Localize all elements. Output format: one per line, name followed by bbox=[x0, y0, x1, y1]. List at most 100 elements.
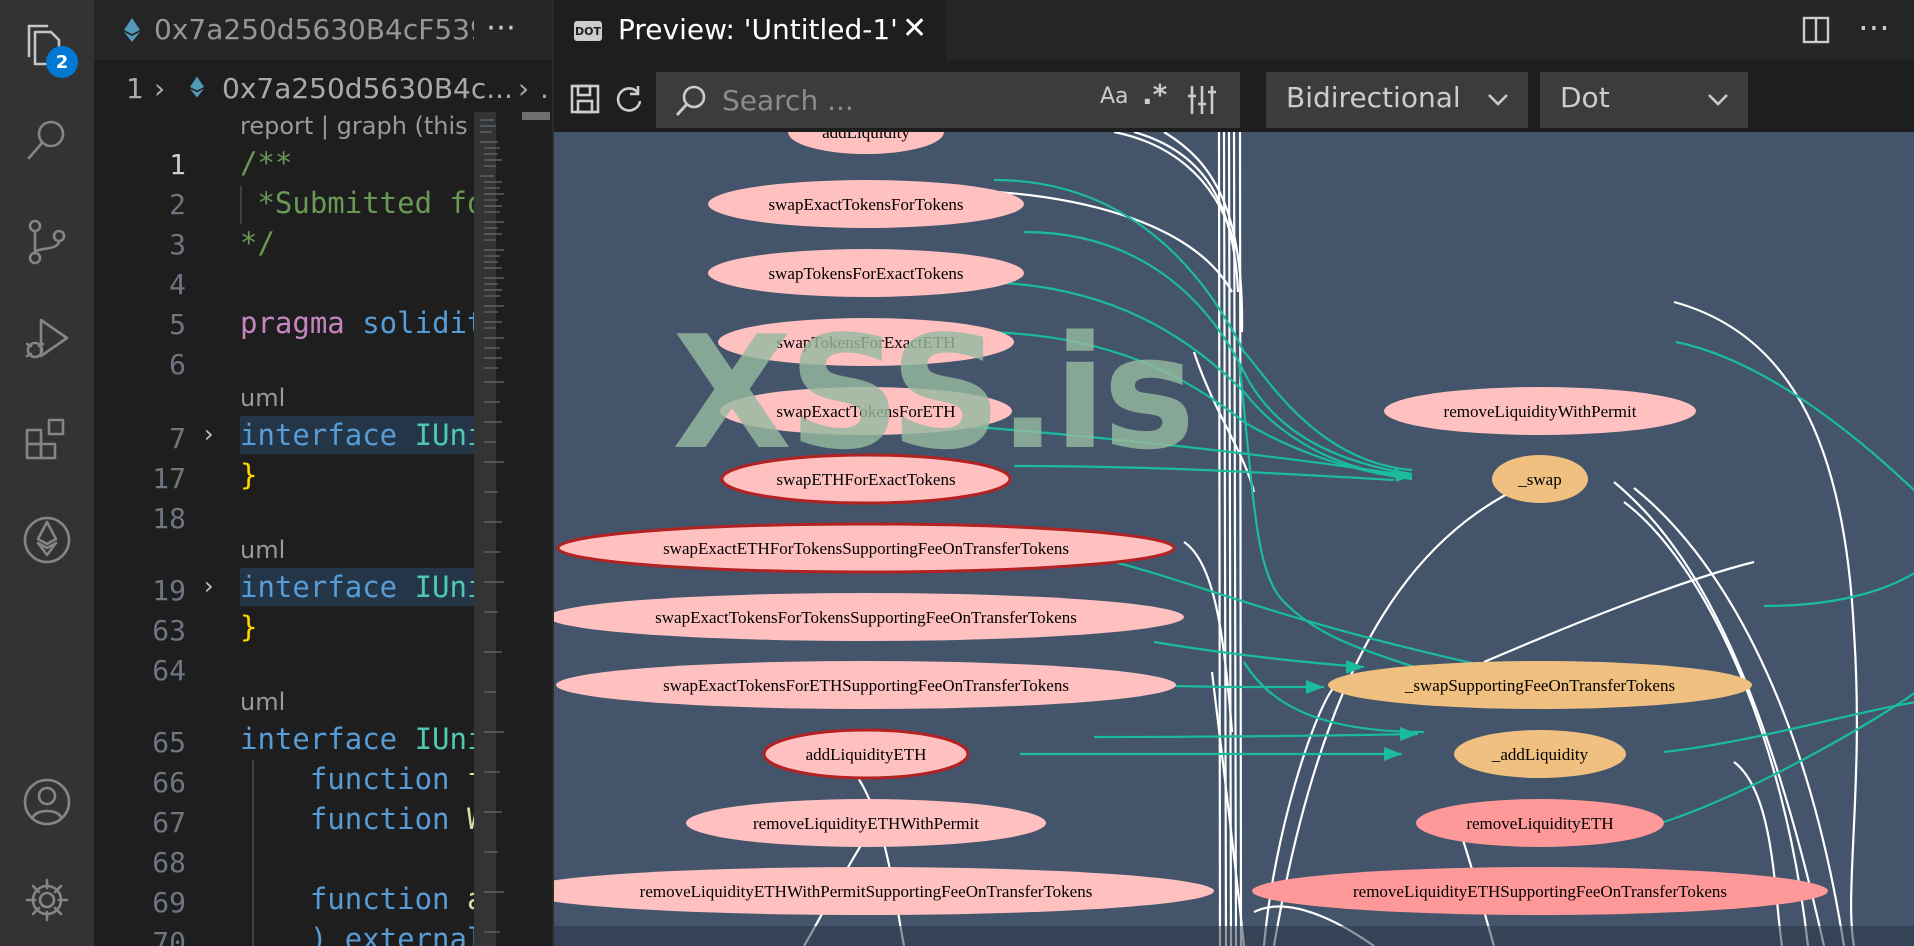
line-number: 69 bbox=[152, 886, 186, 919]
search-icon bbox=[675, 85, 706, 116]
graph-node[interactable]: addLiquidityETH bbox=[762, 728, 970, 780]
scrollbar-thumb[interactable] bbox=[522, 112, 550, 120]
code-line: *Submitted fo bbox=[240, 186, 474, 220]
line-number: 65 bbox=[152, 726, 186, 759]
svg-text:_swapSupportingFeeOnTransferTo: _swapSupportingFeeOnTransferTokens bbox=[1404, 676, 1675, 695]
graph-node[interactable]: swapExactTokensForTokensSupportingFeeOnT… bbox=[554, 593, 1184, 641]
code-line: function f bbox=[240, 762, 474, 796]
code-editor[interactable]: 0x7a250d5630B4cF539 ⋯ 1 › 0x7a250d5630B4… bbox=[94, 0, 552, 946]
horizontal-scrollbar[interactable] bbox=[554, 926, 1914, 946]
preview-tab-title: Preview: 'Untitled-1' bbox=[618, 13, 898, 46]
graph-node[interactable]: swapExactTokensForETHSupportingFeeOnTran… bbox=[556, 661, 1176, 709]
svg-text:swapExactTokensForTokens: swapExactTokensForTokens bbox=[769, 195, 964, 214]
match-case-toggle[interactable]: Aa bbox=[1100, 84, 1129, 109]
graph-preview-panel[interactable]: DOT Preview: 'Untitled-1' ✕ ⋯ Aa .* Bidi… bbox=[552, 0, 1914, 946]
breadcrumb-file[interactable]: 0x7a250d5630B4c... bbox=[222, 72, 513, 105]
explorer-badge: 2 bbox=[46, 46, 78, 78]
code-line: function a bbox=[240, 882, 474, 916]
graph-edges-teal bbox=[933, 178, 1914, 824]
split-editor-icon[interactable] bbox=[1802, 16, 1830, 44]
line-number: 7 bbox=[169, 422, 186, 455]
regex-toggle[interactable]: .* bbox=[1142, 78, 1167, 111]
source-control-icon[interactable] bbox=[0, 198, 94, 286]
code-line: ) external bbox=[240, 922, 474, 946]
line-number: 17 bbox=[152, 462, 186, 495]
more-actions-icon[interactable]: ⋯ bbox=[486, 10, 516, 45]
graph-node[interactable]: removeLiquidityETHWithPermitSupportingFe… bbox=[554, 867, 1214, 915]
extensions-icon[interactable] bbox=[0, 394, 94, 482]
run-debug-icon[interactable] bbox=[0, 294, 94, 382]
line-number: 3 bbox=[169, 228, 186, 261]
fold-chevron-icon[interactable]: › bbox=[204, 420, 214, 448]
svg-text:swapTokensForExactTokens: swapTokensForExactTokens bbox=[769, 264, 964, 283]
codelens-uml[interactable]: uml bbox=[240, 384, 285, 412]
close-icon[interactable]: ✕ bbox=[902, 11, 927, 46]
left-nodes: addLiquidity swapExactTokensForTokens sw… bbox=[554, 132, 1214, 915]
svg-text:addLiquidityETH: addLiquidityETH bbox=[806, 745, 927, 764]
line-number: 6 bbox=[169, 348, 186, 381]
breadcrumb-index[interactable]: 1 bbox=[126, 72, 144, 105]
direction-select[interactable]: Bidirectional bbox=[1266, 72, 1528, 128]
ethereum-extension-icon[interactable] bbox=[0, 496, 94, 584]
preview-tab[interactable]: DOT Preview: 'Untitled-1' ✕ bbox=[554, 0, 946, 60]
editor-scrollbar[interactable] bbox=[522, 112, 550, 946]
svg-text:addLiquidity: addLiquidity bbox=[822, 132, 910, 142]
svg-text:swapExactTokensForETHSupportin: swapExactTokensForETHSupportingFeeOnTran… bbox=[663, 676, 1069, 695]
settings-gear-icon[interactable] bbox=[0, 856, 94, 944]
svg-text:swapExactETHForTokensSupportin: swapExactETHForTokensSupportingFeeOnTran… bbox=[663, 539, 1069, 558]
more-actions-icon[interactable]: ⋯ bbox=[1858, 8, 1890, 46]
codelens-uml[interactable]: uml bbox=[240, 688, 285, 716]
code-line: } bbox=[240, 458, 258, 492]
refresh-icon[interactable] bbox=[614, 84, 644, 114]
code-line: /** bbox=[240, 146, 293, 180]
search-input[interactable] bbox=[722, 80, 1062, 120]
code-area[interactable]: report | graph (this 1 /** 2 *Submitted … bbox=[94, 112, 474, 946]
fold-chevron-icon[interactable]: › bbox=[204, 572, 214, 600]
line-number: 66 bbox=[152, 766, 186, 799]
codelens-uml[interactable]: uml bbox=[240, 536, 285, 564]
code-line: } bbox=[240, 610, 258, 644]
svg-text:removeLiquidityETHSupportingFe: removeLiquidityETHSupportingFeeOnTransfe… bbox=[1353, 882, 1727, 901]
svg-text:_addLiquidity: _addLiquidity bbox=[1491, 745, 1589, 764]
graph-node[interactable]: swapExactETHForTokensSupportingFeeOnTran… bbox=[556, 522, 1176, 574]
minimap[interactable] bbox=[474, 112, 516, 946]
save-icon[interactable] bbox=[570, 84, 600, 114]
call-graph-canvas[interactable]: addLiquidity swapExactTokensForTokens sw… bbox=[554, 132, 1914, 946]
search-box[interactable]: Aa .* bbox=[656, 72, 1240, 128]
editor-tab-title: 0x7a250d5630B4cF539 bbox=[154, 13, 474, 46]
direction-select-value: Bidirectional bbox=[1286, 81, 1461, 114]
line-number: 68 bbox=[152, 846, 186, 879]
code-line: interface IUni bbox=[240, 418, 474, 452]
code-line: interface IUni bbox=[240, 722, 474, 756]
svg-text:removeLiquidityETHWithPermitSu: removeLiquidityETHWithPermitSupportingFe… bbox=[640, 882, 1093, 901]
graph-node[interactable]: removeLiquidityETHSupportingFeeOnTransfe… bbox=[1252, 867, 1828, 915]
breadcrumb-more[interactable]: . bbox=[540, 72, 549, 105]
graph-node[interactable]: swapTokensForExactTokens bbox=[708, 249, 1024, 297]
activity-bar: 2 bbox=[0, 0, 94, 946]
svg-text:removeLiquidityWithPermit: removeLiquidityWithPermit bbox=[1444, 402, 1637, 421]
preview-toolbar: Aa .* Bidirectional Dot bbox=[554, 60, 1914, 132]
graph-node[interactable]: _swapSupportingFeeOnTransferTokens bbox=[1328, 661, 1752, 709]
line-number: 5 bbox=[169, 308, 186, 341]
graph-node[interactable]: addLiquidity bbox=[788, 132, 944, 154]
svg-text:removeLiquidityETHWithPermit: removeLiquidityETHWithPermit bbox=[753, 814, 979, 833]
filter-settings-icon[interactable] bbox=[1186, 84, 1218, 116]
svg-text:_swap: _swap bbox=[1517, 470, 1561, 489]
graph-node[interactable]: swapExactTokensForTokens bbox=[708, 180, 1024, 228]
account-icon[interactable] bbox=[0, 758, 94, 846]
minimap-slider[interactable] bbox=[474, 112, 496, 946]
graph-node[interactable]: _swap bbox=[1492, 455, 1588, 503]
graph-node[interactable]: removeLiquidityWithPermit bbox=[1384, 387, 1696, 435]
graph-node[interactable]: removeLiquidityETH bbox=[1416, 799, 1664, 847]
codelens[interactable]: report | graph (this bbox=[240, 112, 468, 140]
editor-tab[interactable]: 0x7a250d5630B4cF539 ⋯ bbox=[94, 0, 552, 60]
code-line: interface IUni bbox=[240, 570, 474, 604]
line-number: 63 bbox=[152, 614, 186, 647]
indent-guide bbox=[252, 760, 254, 946]
graph-node[interactable]: _addLiquidity bbox=[1454, 730, 1626, 778]
search-icon[interactable] bbox=[0, 96, 94, 184]
explorer-icon[interactable]: 2 bbox=[0, 0, 94, 88]
graph-node[interactable]: removeLiquidityETHWithPermit bbox=[686, 799, 1046, 847]
engine-select[interactable]: Dot bbox=[1540, 72, 1748, 128]
engine-select-value: Dot bbox=[1560, 81, 1610, 114]
